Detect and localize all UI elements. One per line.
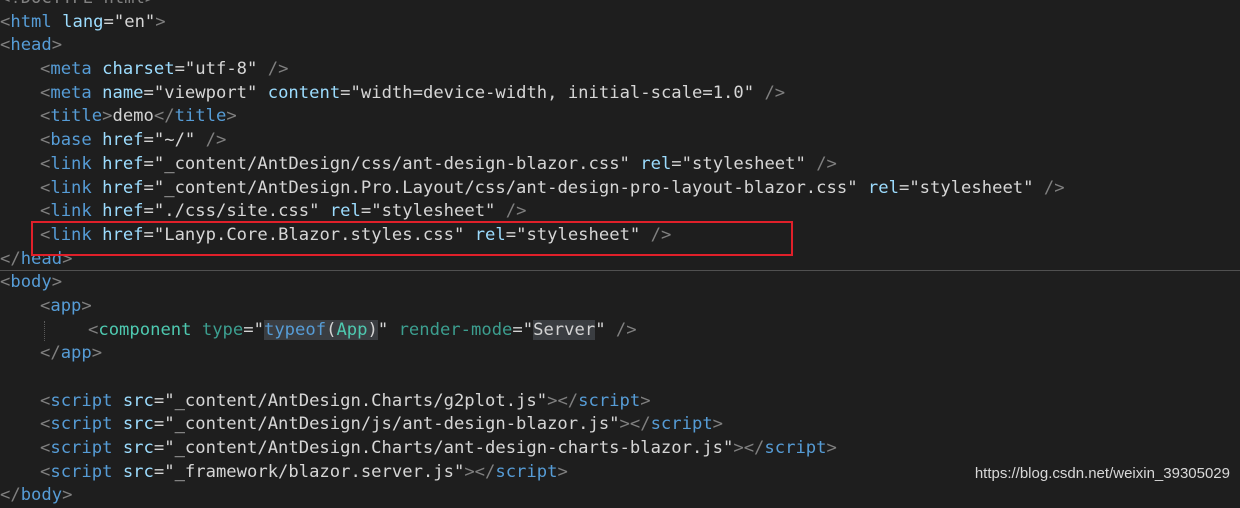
charset-attribute: charset bbox=[102, 59, 175, 80]
doctype-text: <!DOCTYPE html> bbox=[0, 0, 155, 8]
src-attribute: src bbox=[122, 438, 154, 459]
code-line-component: <component type="typeof(App)" render-mod… bbox=[0, 319, 1240, 343]
rel-value: "stylesheet" bbox=[371, 201, 496, 222]
code-line-meta-charset: <meta charset="utf-8" /> bbox=[40, 59, 289, 80]
link-tag: link bbox=[50, 201, 92, 222]
lang-value: "en" bbox=[113, 11, 156, 32]
src-value: "_framework/blazor.server.js" bbox=[164, 461, 465, 482]
meta-tag: meta bbox=[50, 59, 92, 80]
indent-guide bbox=[44, 320, 45, 341]
watermark: https://blog.csdn.net/weixin_39305029 bbox=[974, 465, 1230, 482]
code-line-title: <title>demo</title> bbox=[40, 106, 237, 127]
src-attribute: src bbox=[122, 390, 154, 411]
href-value: "_content/AntDesign.Pro.Layout/css/ant-d… bbox=[153, 177, 858, 198]
href-value: "_content/AntDesign/css/ant-design-blazo… bbox=[153, 153, 630, 174]
rel-value: "stylesheet" bbox=[909, 177, 1034, 198]
type-attribute: type bbox=[201, 319, 244, 340]
code-line-body-close: </body> bbox=[0, 485, 73, 506]
link-tag: link bbox=[50, 153, 92, 174]
name-value: "viewport" bbox=[153, 82, 258, 103]
meta-tag: meta bbox=[50, 82, 92, 103]
section-separator bbox=[0, 270, 1240, 271]
app-tag: app bbox=[50, 295, 82, 316]
code-line-script: <script src="_content/AntDesign.Charts/g… bbox=[40, 390, 651, 411]
href-attribute: href bbox=[102, 201, 144, 222]
code-line-html: <html lang="en"> bbox=[0, 11, 166, 32]
head-tag: head bbox=[10, 35, 52, 56]
rel-attribute: rel bbox=[640, 153, 672, 174]
annotation-highlight-box bbox=[31, 221, 793, 256]
rel-attribute: rel bbox=[329, 201, 361, 222]
src-attribute: src bbox=[122, 461, 154, 482]
code-line-body-open: <body> bbox=[0, 272, 63, 293]
script-close-tag: script bbox=[495, 461, 558, 482]
code-line-head-open: <head> bbox=[0, 35, 63, 56]
code-line-app-close: </app> bbox=[40, 343, 103, 364]
script-tag: script bbox=[50, 414, 113, 435]
code-line-link: <link href="_content/AntDesign/css/ant-d… bbox=[40, 153, 837, 174]
body-close-tag: body bbox=[20, 485, 63, 506]
rel-attribute: rel bbox=[867, 177, 899, 198]
charset-value: "utf-8" bbox=[184, 59, 258, 80]
src-value: "_content/AntDesign/js/ant-design-blazor… bbox=[164, 414, 620, 435]
href-value: "./css/site.css" bbox=[153, 201, 320, 222]
link-tag: link bbox=[50, 177, 92, 198]
code-line-app-open: <app> bbox=[40, 295, 92, 316]
typeof-keyword: typeof bbox=[263, 319, 327, 340]
src-attribute: src bbox=[122, 414, 154, 435]
content-value: "width=device-width, initial-scale=1.0" bbox=[350, 82, 755, 103]
script-tag: script bbox=[50, 390, 113, 411]
code-line-script: <script src="_content/AntDesign/js/ant-d… bbox=[40, 414, 724, 435]
code-line-doctype: <!DOCTYPE html> bbox=[0, 0, 1240, 11]
typeof-argument: App bbox=[336, 319, 368, 340]
script-close-tag: script bbox=[650, 414, 713, 435]
name-attribute: name bbox=[102, 82, 144, 103]
title-text: demo bbox=[112, 106, 154, 127]
rel-value: "stylesheet" bbox=[681, 153, 806, 174]
html-tag: html bbox=[10, 11, 52, 32]
content-attribute: content bbox=[267, 82, 341, 103]
body-tag: body bbox=[10, 272, 52, 293]
code-line-link: <link href="_content/AntDesign.Pro.Layou… bbox=[40, 177, 1065, 198]
href-attribute: href bbox=[102, 153, 144, 174]
render-mode-attribute: render-mode bbox=[398, 319, 513, 340]
code-line-script: <script src="_content/AntDesign.Charts/a… bbox=[40, 438, 837, 459]
title-close-tag: title bbox=[174, 106, 227, 127]
title-tag: title bbox=[50, 106, 103, 127]
app-close-tag: app bbox=[60, 343, 92, 364]
render-mode-value: Server bbox=[533, 319, 596, 340]
src-value: "_content/AntDesign.Charts/g2plot.js" bbox=[164, 390, 548, 411]
href-attribute: href bbox=[102, 130, 144, 151]
code-line-meta-viewport: <meta name="viewport" content="width=dev… bbox=[40, 82, 786, 103]
script-tag: script bbox=[50, 438, 113, 459]
code-line-base: <base href="~/" /> bbox=[40, 130, 227, 151]
script-close-tag: script bbox=[764, 438, 827, 459]
src-value: "_content/AntDesign.Charts/ant-design-ch… bbox=[164, 438, 734, 459]
base-tag: base bbox=[50, 130, 92, 151]
href-attribute: href bbox=[102, 177, 144, 198]
script-tag: script bbox=[50, 461, 113, 482]
href-value: "~/" bbox=[153, 130, 196, 151]
lang-attribute: lang bbox=[62, 11, 104, 32]
component-tag: component bbox=[98, 319, 192, 340]
script-close-tag: script bbox=[578, 390, 641, 411]
